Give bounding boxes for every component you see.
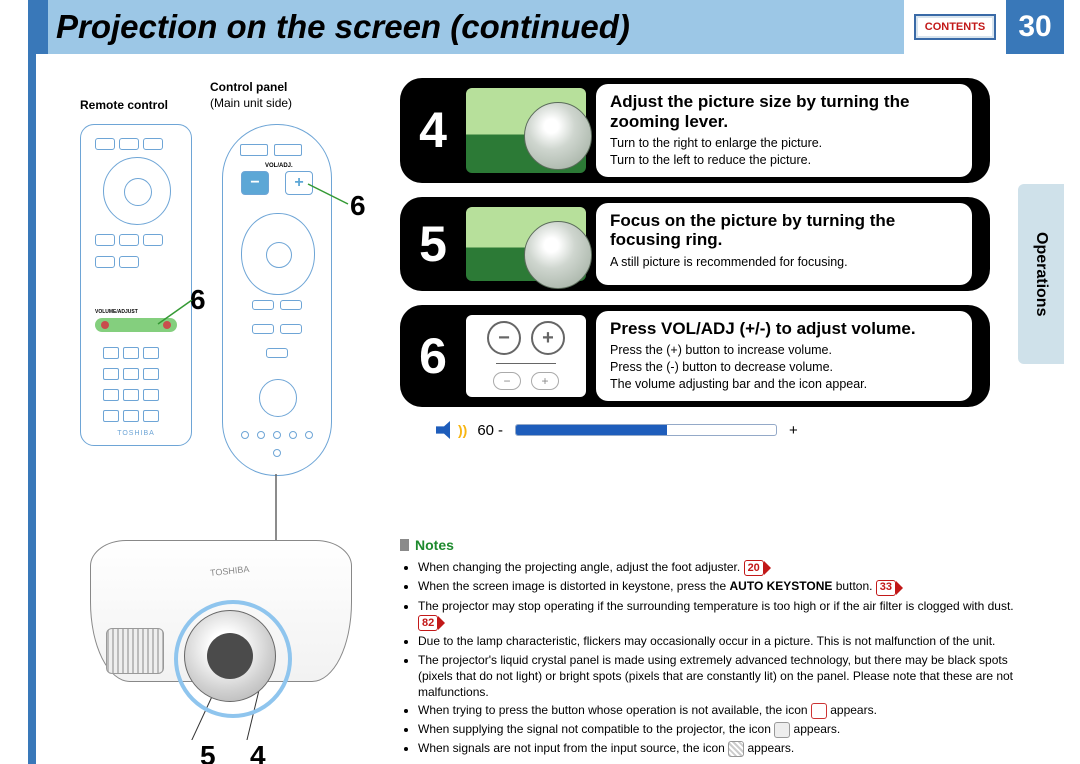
- side-tab: Operations: [1018, 54, 1064, 764]
- no-signal-icon: [728, 741, 744, 757]
- note-6: When trying to press the button whose op…: [418, 702, 1018, 719]
- page-ref-82[interactable]: 82: [418, 615, 438, 631]
- volume-track: [515, 424, 777, 436]
- control-panel-sublabel: (Main unit side): [210, 96, 292, 110]
- steps-column: 4 Adjust the picture size by turning the…: [400, 78, 1014, 439]
- remote-voladj-label: VOLUME/ADJUST: [95, 309, 138, 315]
- remote-dpad: [103, 157, 171, 225]
- note-4: Due to the lamp characteristic, flickers…: [418, 633, 1018, 649]
- plus-small-icon: +: [531, 372, 559, 390]
- step-5: 5 Focus on the picture by turning the fo…: [400, 197, 1014, 291]
- section-tab-label: Operations: [1032, 232, 1050, 316]
- volume-minus: -: [498, 422, 503, 439]
- page-title: Projection on the screen (continued): [56, 8, 630, 46]
- projector-lens: [184, 610, 276, 702]
- remote-control-diagram: VOLUME/ADJUST TOSHIBA: [80, 124, 192, 446]
- cp-dpad: [241, 213, 315, 295]
- note-8: When signals are not input from the inpu…: [418, 740, 1018, 757]
- volume-bar: )) 60 - +: [436, 421, 1014, 439]
- control-panel-diagram: VOL/ADJ. − +: [222, 124, 332, 476]
- projector-vent: [106, 628, 164, 674]
- step-6: 6 −+ −+ Press VOL/ADJ (+/-) to adjust vo…: [400, 305, 1014, 407]
- step-4-thumb: [466, 88, 586, 173]
- title-bar: Projection on the screen (continued): [36, 0, 904, 54]
- volume-fill: [516, 425, 667, 435]
- remote-volume-adjust: VOLUME/ADJUST: [95, 318, 177, 332]
- callout-6-panel: 6: [350, 190, 366, 222]
- step-6-line2: Press the (-) button to decrease volume.: [610, 359, 958, 376]
- left-accent: [28, 0, 36, 764]
- cp-voladj-label: VOL/ADJ.: [265, 163, 293, 169]
- page-number: 30: [1006, 0, 1064, 54]
- callout-6-remote: 6: [190, 284, 206, 316]
- note-5: The projector's liquid crystal panel is …: [418, 652, 1018, 701]
- remote-control-label: Remote control: [80, 98, 168, 112]
- cp-led-row: [237, 427, 317, 463]
- projector-callout-4: 4: [250, 740, 266, 764]
- note-1: When changing the projecting angle, adju…: [418, 559, 1018, 576]
- step-6-line3: The volume adjusting bar and the icon ap…: [610, 376, 958, 393]
- plus-icon: +: [531, 321, 565, 355]
- remote-brand: TOSHIBA: [81, 430, 191, 437]
- step-6-icons: −+ −+: [466, 315, 586, 397]
- header: Projection on the screen (continued) CON…: [36, 0, 1064, 54]
- notes-heading: Notes: [400, 536, 1018, 555]
- volume-value: 60: [477, 422, 494, 439]
- step-4-line2: Turn to the left to reduce the picture.: [610, 152, 958, 169]
- step-5-title: Focus on the picture by turning the focu…: [610, 211, 958, 250]
- step-4-title: Adjust the picture size by turning the z…: [610, 92, 958, 131]
- step-6-line1: Press the (+) button to increase volume.: [610, 342, 958, 359]
- control-panel-label: Control panel: [210, 80, 287, 94]
- note-2: When the screen image is distorted in ke…: [418, 578, 1018, 595]
- step-6-title: Press VOL/ADJ (+/-) to adjust volume.: [610, 319, 958, 339]
- contents-button[interactable]: CONTENTS: [914, 14, 996, 40]
- step-6-number: 6: [400, 311, 466, 401]
- page-ref-20[interactable]: 20: [744, 560, 764, 576]
- incompatible-icon: [774, 722, 790, 738]
- unavailable-icon: [811, 703, 827, 719]
- projector-callout-5: 5: [200, 740, 216, 764]
- section-tab-operations[interactable]: Operations: [1018, 184, 1064, 364]
- step-4-number: 4: [400, 84, 466, 177]
- step-5-number: 5: [400, 203, 466, 285]
- cp-minus-button: −: [241, 171, 269, 195]
- step-4: 4 Adjust the picture size by turning the…: [400, 78, 1014, 183]
- cp-standby-button: [259, 379, 297, 417]
- step-5-line1: A still picture is recommended for focus…: [610, 254, 958, 271]
- note-7: When supplying the signal not compatible…: [418, 721, 1018, 738]
- cp-voladj: VOL/ADJ. − +: [237, 171, 317, 195]
- volume-plus: +: [789, 422, 798, 439]
- minus-small-icon: −: [493, 372, 521, 390]
- controls-diagram: Remote control Control panel (Main unit …: [50, 80, 400, 740]
- projector-diagram: TOSHIBA 5 4: [90, 520, 350, 730]
- notes-section: Notes When changing the projecting angle…: [400, 536, 1018, 759]
- page-ref-33[interactable]: 33: [876, 580, 896, 596]
- note-3: The projector may stop operating if the …: [418, 598, 1018, 632]
- page: Projection on the screen (continued) CON…: [0, 0, 1080, 764]
- cp-plus-button: +: [285, 171, 313, 195]
- speaker-icon: [436, 421, 456, 439]
- step-5-thumb: [466, 207, 586, 281]
- step-4-line1: Turn to the right to enlarge the picture…: [610, 135, 958, 152]
- minus-icon: −: [487, 321, 521, 355]
